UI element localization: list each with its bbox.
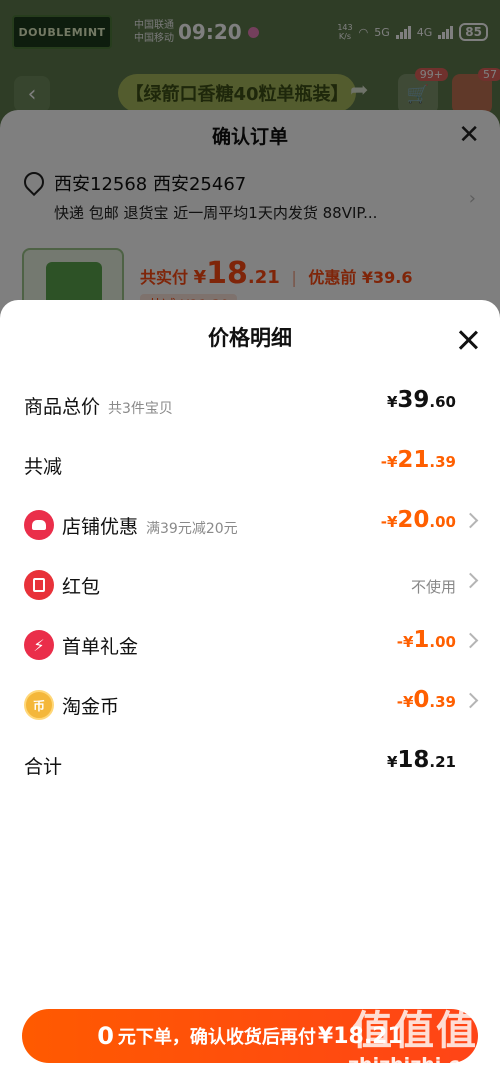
row-value: -¥20.00 xyxy=(380,507,456,533)
row-label: 共减 xyxy=(24,456,63,478)
chevron-right-icon xyxy=(462,512,479,529)
row-total-discount: 共减 -¥21.39 xyxy=(0,445,500,485)
chevron-right-icon xyxy=(462,692,479,709)
row-value: ¥18.21 xyxy=(386,747,456,773)
price-detail-title: 价格明细 xyxy=(208,326,292,350)
row-grand-total: 合计 ¥18.21 xyxy=(0,745,500,785)
row-label: 店铺优惠 满39元减20元 xyxy=(62,516,238,538)
lightning-icon: ⚡ xyxy=(24,630,54,660)
row-label: 商品总价 共3件宝贝 xyxy=(24,396,173,418)
close-icon[interactable] xyxy=(456,328,480,352)
row-value: -¥21.39 xyxy=(380,447,456,473)
row-label: 合计 xyxy=(24,756,63,778)
row-value: -¥1.00 xyxy=(396,627,456,653)
row-shop-discount[interactable]: 店铺优惠 满39元减20元 -¥20.00 xyxy=(0,505,500,545)
row-red-packet[interactable]: 红包 不使用 xyxy=(0,565,500,605)
watermark-url: zhizhizhi.com xyxy=(348,1054,493,1076)
shop-icon xyxy=(24,510,54,540)
watermark-logo: 值值值 xyxy=(352,1008,478,1054)
price-detail-sheet: 价格明细 商品总价 共3件宝贝 ¥39.60 共减 -¥21.39 店铺优惠 满39… xyxy=(0,300,500,1083)
row-goods-total: 商品总价 共3件宝贝 ¥39.60 xyxy=(0,385,500,425)
coin-icon: 币 xyxy=(24,690,54,720)
chevron-right-icon xyxy=(462,632,479,649)
row-label: 淘金币 xyxy=(62,696,120,718)
row-tao-coin[interactable]: 币 淘金币 -¥0.39 xyxy=(0,685,500,725)
watermark: 值值值 zhizhizhi.com xyxy=(346,996,498,1082)
row-label: 首单礼金 xyxy=(62,636,139,658)
red-packet-icon xyxy=(24,570,54,600)
row-label: 红包 xyxy=(62,576,101,598)
row-note: 不使用 xyxy=(410,578,456,596)
row-sub: 满39元减20元 xyxy=(146,521,238,537)
chevron-right-icon xyxy=(462,572,479,589)
row-value: ¥39.60 xyxy=(386,387,456,413)
row-first-order-gift[interactable]: ⚡ 首单礼金 -¥1.00 xyxy=(0,625,500,665)
row-sub: 共3件宝贝 xyxy=(108,401,173,417)
row-value: -¥0.39 xyxy=(396,687,456,713)
